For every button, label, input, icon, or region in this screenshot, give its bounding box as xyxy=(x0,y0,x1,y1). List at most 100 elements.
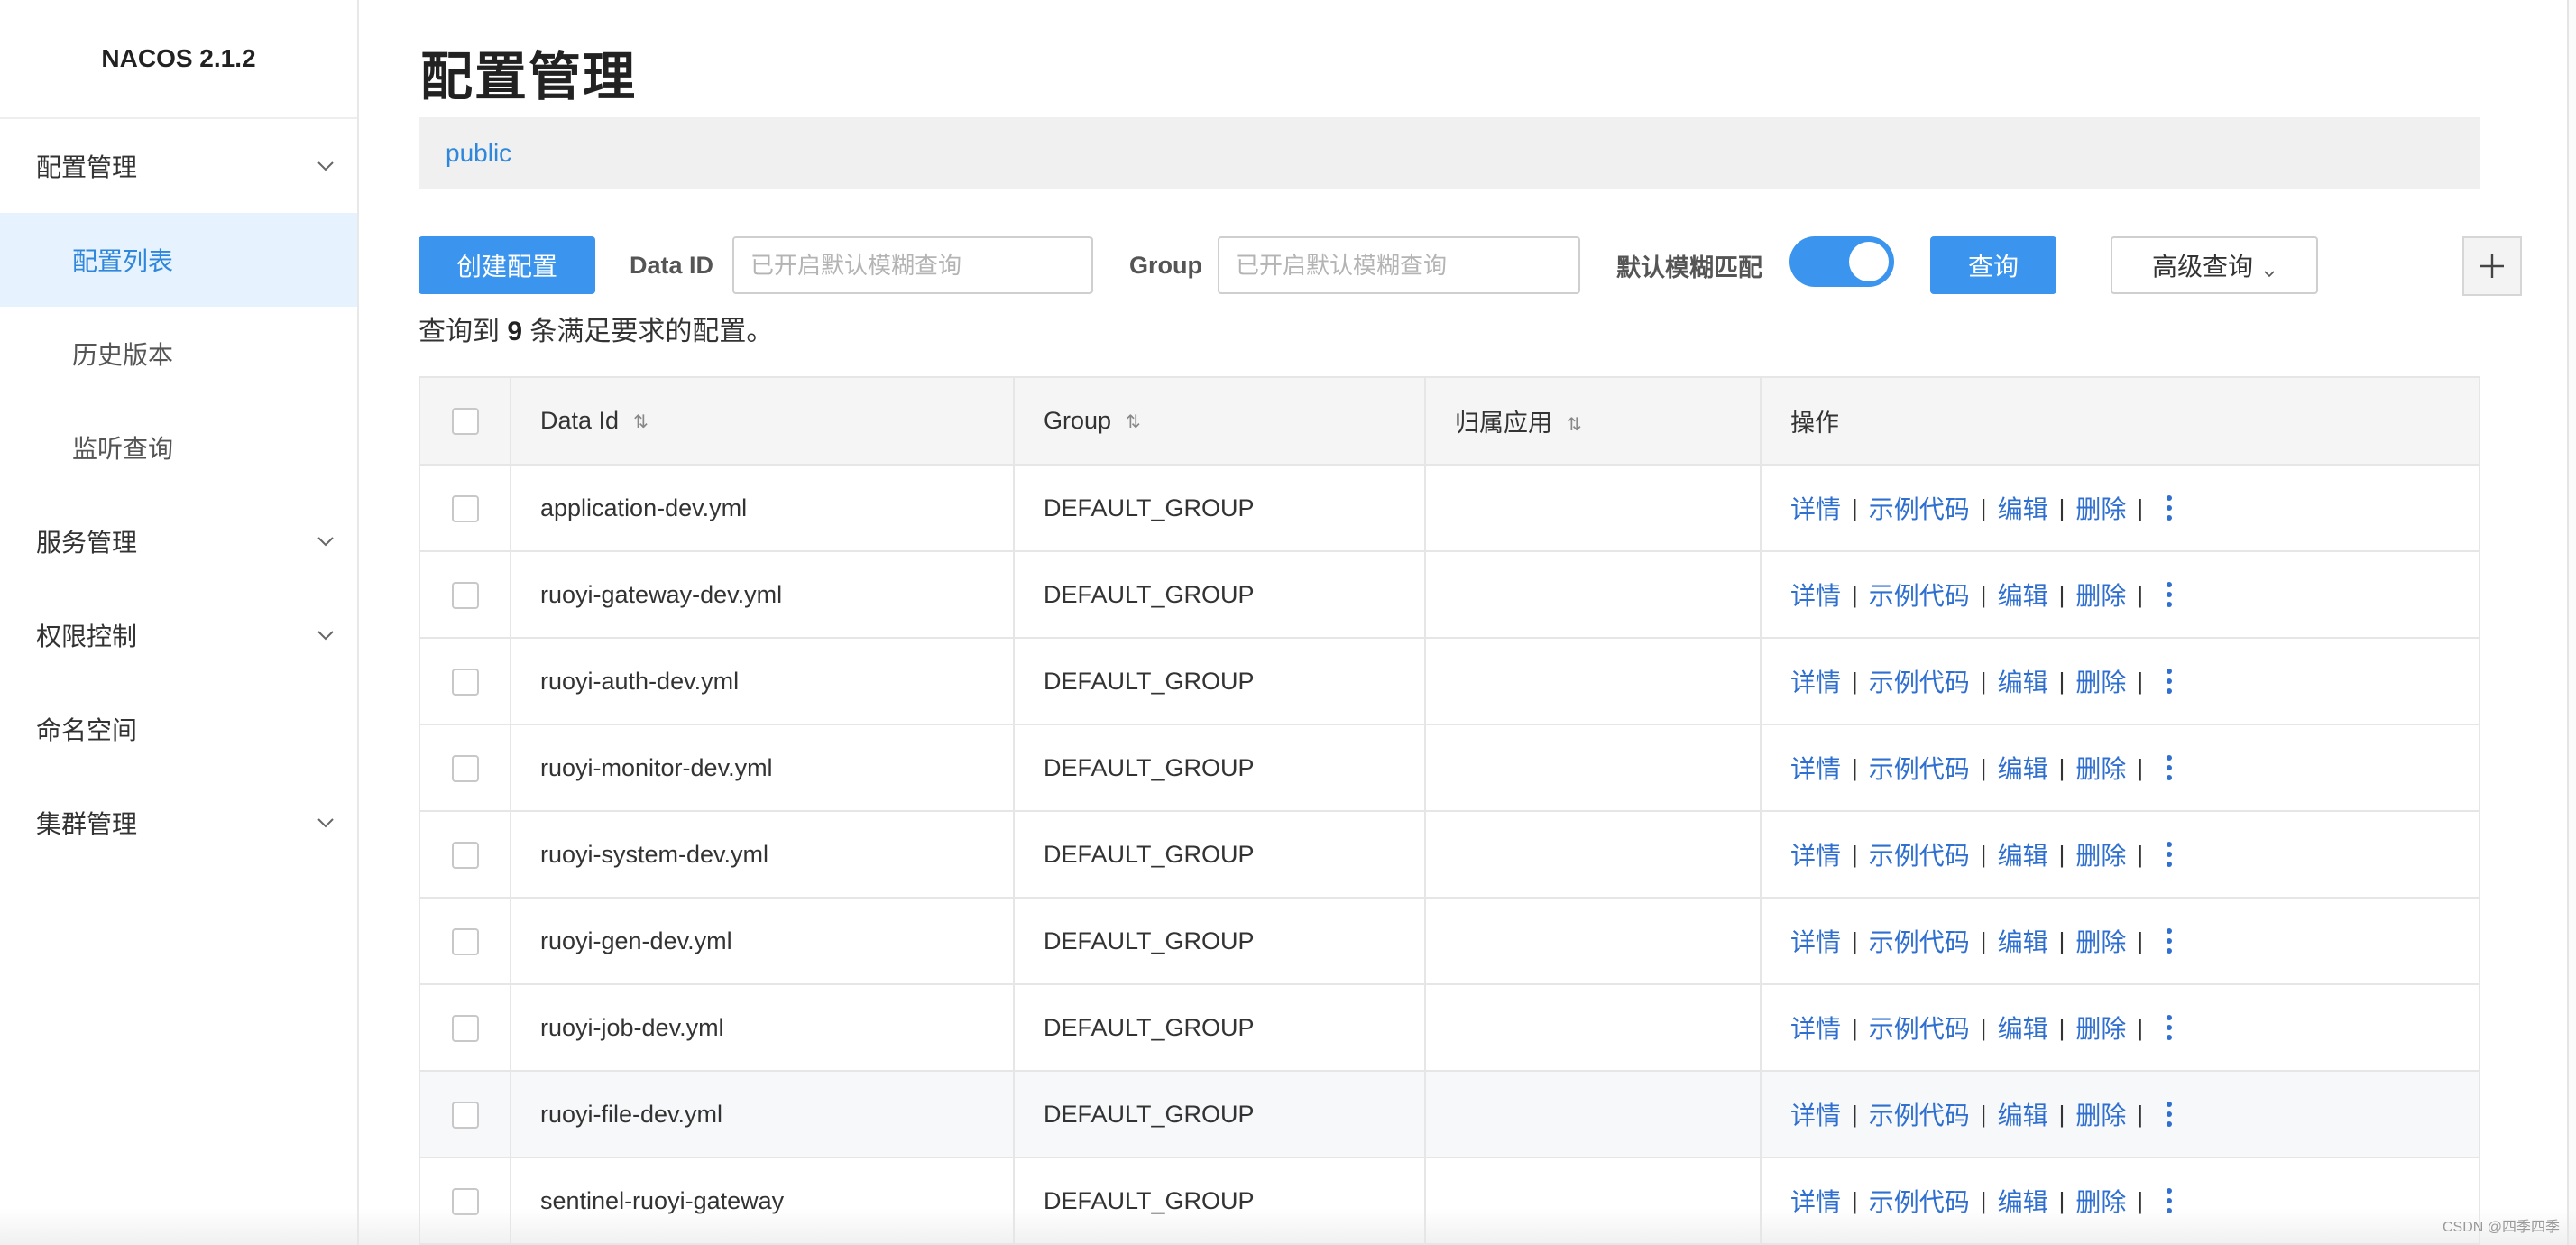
detail-link[interactable]: 详情 xyxy=(1790,576,1841,613)
row-checkbox[interactable] xyxy=(451,1014,479,1042)
sidebar-item-4[interactable]: 服务管理 xyxy=(0,494,357,588)
cell-app xyxy=(1425,1071,1762,1158)
sidebar-item-6[interactable]: 命名空间 xyxy=(0,682,357,776)
more-vertical-icon[interactable] xyxy=(2161,925,2177,957)
header-app: 归属应用 ⇅ xyxy=(1425,378,1762,466)
separator: | xyxy=(1852,493,1858,521)
row-checkbox-cell xyxy=(420,724,511,812)
separator: | xyxy=(2058,580,2065,608)
delete-link[interactable]: 删除 xyxy=(2075,663,2126,699)
sidebar-item-label: 服务管理 xyxy=(36,529,138,557)
sample-code-link[interactable]: 示例代码 xyxy=(1869,836,1970,872)
namespace-public-link[interactable]: public xyxy=(446,139,511,168)
chevron-down-icon xyxy=(314,530,337,553)
more-vertical-icon[interactable] xyxy=(2161,492,2177,524)
more-vertical-icon[interactable] xyxy=(2161,1098,2177,1130)
sidebar-item-label: 监听查询 xyxy=(72,435,174,463)
delete-link[interactable]: 删除 xyxy=(2075,576,2126,613)
separator: | xyxy=(2058,753,2065,781)
table-row: ruoyi-monitor-dev.yml DEFAULT_GROUP 详情 | 示例代… xyxy=(420,724,2479,812)
separator: | xyxy=(2137,493,2144,521)
cell-app xyxy=(1425,551,1762,639)
select-all-checkbox[interactable] xyxy=(451,408,479,436)
cell-app xyxy=(1425,811,1762,899)
row-checkbox[interactable] xyxy=(451,581,479,609)
row-checkbox[interactable] xyxy=(451,927,479,955)
delete-link[interactable]: 删除 xyxy=(2075,1096,2126,1132)
separator: | xyxy=(1980,1100,1987,1128)
cell-data-id: ruoyi-auth-dev.yml xyxy=(511,638,1015,725)
edit-link[interactable]: 编辑 xyxy=(1998,750,2048,786)
more-vertical-icon[interactable] xyxy=(2161,578,2177,611)
sample-code-link[interactable]: 示例代码 xyxy=(1869,923,1970,959)
row-checkbox[interactable] xyxy=(451,754,479,782)
sample-code-link[interactable]: 示例代码 xyxy=(1869,576,1970,613)
cell-app xyxy=(1425,898,1762,985)
dataid-label: Data ID xyxy=(630,251,714,279)
create-config-button[interactable]: 创建配置 xyxy=(419,236,595,294)
window-edge xyxy=(2567,0,2576,1245)
sample-code-link[interactable]: 示例代码 xyxy=(1869,1010,1970,1046)
sidebar-item-3[interactable]: 监听查询 xyxy=(0,401,357,494)
result-prefix: 查询到 xyxy=(419,317,500,346)
detail-link[interactable]: 详情 xyxy=(1790,750,1841,786)
brand-logo: NACOS 2.1.2 xyxy=(0,0,357,119)
row-checkbox-cell xyxy=(420,638,511,725)
edit-link[interactable]: 编辑 xyxy=(1998,1010,2048,1046)
delete-link[interactable]: 删除 xyxy=(2075,923,2126,959)
more-vertical-icon[interactable] xyxy=(2161,838,2177,871)
delete-link[interactable]: 删除 xyxy=(2075,750,2126,786)
detail-link[interactable]: 详情 xyxy=(1790,1096,1841,1132)
add-filter-button[interactable] xyxy=(2462,236,2522,296)
sidebar-item-label: 配置管理 xyxy=(36,153,138,181)
row-checkbox[interactable] xyxy=(451,841,479,869)
delete-link[interactable]: 删除 xyxy=(2075,836,2126,872)
edit-link[interactable]: 编辑 xyxy=(1998,490,2048,526)
header-app-label: 归属应用 xyxy=(1455,410,1552,437)
table-header-row: Data Id ⇅ Group ⇅ 归属应用 ⇅ 操作 xyxy=(420,378,2479,466)
dataid-input[interactable] xyxy=(732,236,1093,294)
detail-link[interactable]: 详情 xyxy=(1790,490,1841,526)
search-button[interactable]: 查询 xyxy=(1930,236,2056,294)
group-input[interactable] xyxy=(1218,236,1580,294)
edit-link[interactable]: 编辑 xyxy=(1998,923,2048,959)
delete-link[interactable]: 删除 xyxy=(2075,490,2126,526)
more-vertical-icon[interactable] xyxy=(2161,1011,2177,1044)
cell-data-id: ruoyi-gateway-dev.yml xyxy=(511,551,1015,639)
row-checkbox[interactable] xyxy=(451,1101,479,1129)
cell-data-id: ruoyi-system-dev.yml xyxy=(511,811,1015,899)
detail-link[interactable]: 详情 xyxy=(1790,663,1841,699)
sample-code-link[interactable]: 示例代码 xyxy=(1869,490,1970,526)
detail-link[interactable]: 详情 xyxy=(1790,1010,1841,1046)
row-checkbox[interactable] xyxy=(451,494,479,522)
sidebar-item-1[interactable]: 配置列表 xyxy=(0,213,357,307)
sort-icon[interactable]: ⇅ xyxy=(1126,410,1141,433)
detail-link[interactable]: 详情 xyxy=(1790,923,1841,959)
sample-code-link[interactable]: 示例代码 xyxy=(1869,750,1970,786)
separator: | xyxy=(2137,840,2144,868)
sort-icon[interactable]: ⇅ xyxy=(1567,413,1582,436)
advanced-search-button[interactable]: 高级查询 xyxy=(2111,236,2318,294)
sidebar-item-7[interactable]: 集群管理 xyxy=(0,776,357,870)
cell-group: DEFAULT_GROUP xyxy=(1014,465,1426,552)
fuzzy-match-toggle[interactable] xyxy=(1789,236,1894,287)
edit-link[interactable]: 编辑 xyxy=(1998,836,2048,872)
edit-link[interactable]: 编辑 xyxy=(1998,576,2048,613)
delete-link[interactable]: 删除 xyxy=(2075,1010,2126,1046)
row-checkbox[interactable] xyxy=(451,668,479,696)
sidebar-item-2[interactable]: 历史版本 xyxy=(0,307,357,401)
edit-link[interactable]: 编辑 xyxy=(1998,663,2048,699)
separator: | xyxy=(2137,1013,2144,1041)
more-vertical-icon[interactable] xyxy=(2161,752,2177,784)
sample-code-link[interactable]: 示例代码 xyxy=(1869,663,1970,699)
sample-code-link[interactable]: 示例代码 xyxy=(1869,1096,1970,1132)
detail-link[interactable]: 详情 xyxy=(1790,836,1841,872)
more-vertical-icon[interactable] xyxy=(2161,665,2177,697)
sort-icon[interactable]: ⇅ xyxy=(633,410,649,433)
sidebar-item-0[interactable]: 配置管理 xyxy=(0,119,357,213)
table-row: ruoyi-auth-dev.yml DEFAULT_GROUP 详情 | 示例代码 | 编… xyxy=(420,638,2479,725)
edit-link[interactable]: 编辑 xyxy=(1998,1096,2048,1132)
chevron-down-icon xyxy=(314,154,337,178)
result-summary: 查询到 9 条满足要求的配置。 xyxy=(419,309,773,348)
sidebar-item-5[interactable]: 权限控制 xyxy=(0,588,357,682)
